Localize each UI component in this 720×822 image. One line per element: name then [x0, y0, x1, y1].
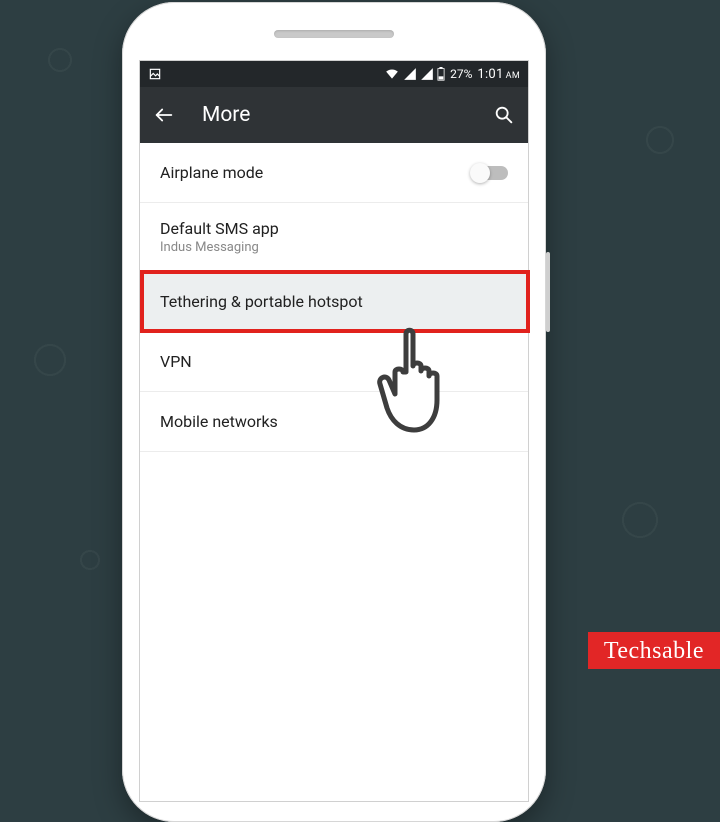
status-ampm: AM	[506, 71, 520, 81]
row-airplane-mode[interactable]: Airplane mode	[140, 143, 528, 203]
row-sublabel: Indus Messaging	[160, 240, 279, 255]
row-default-sms-app[interactable]: Default SMS app Indus Messaging	[140, 203, 528, 272]
watermark-badge: Techsable	[588, 632, 720, 669]
phone-side-button	[546, 252, 550, 332]
row-label: Airplane mode	[160, 163, 263, 182]
row-label: VPN	[160, 352, 192, 371]
appbar-title: More	[202, 103, 466, 127]
row-label: Mobile networks	[160, 412, 278, 431]
search-button[interactable]	[492, 103, 516, 127]
signal-sim2-icon	[420, 67, 434, 81]
phone-frame: 27% 1:01AM More Airplane mode	[122, 2, 546, 822]
battery-icon	[437, 67, 445, 81]
row-mobile-networks[interactable]: Mobile networks	[140, 392, 528, 452]
search-icon	[493, 104, 515, 126]
screenshot-notification-icon	[148, 67, 162, 81]
app-bar: More	[140, 87, 528, 143]
status-time: 1:01	[477, 67, 503, 82]
phone-screen: 27% 1:01AM More Airplane mode	[139, 60, 529, 802]
wifi-icon	[384, 67, 400, 81]
row-tethering-hotspot[interactable]: Tethering & portable hotspot	[140, 272, 528, 332]
settings-list: Airplane mode Default SMS app Indus Mess…	[140, 143, 528, 452]
row-label: Tethering & portable hotspot	[160, 292, 363, 311]
row-label: Default SMS app	[160, 219, 279, 238]
back-button[interactable]	[152, 103, 176, 127]
status-bar: 27% 1:01AM	[140, 61, 528, 87]
row-vpn[interactable]: VPN	[140, 332, 528, 392]
arrow-left-icon	[153, 104, 175, 126]
battery-percent: 27%	[450, 67, 472, 81]
status-clock: 1:01AM	[477, 67, 520, 82]
signal-sim1-icon	[403, 67, 417, 81]
airplane-mode-toggle[interactable]	[472, 166, 508, 180]
